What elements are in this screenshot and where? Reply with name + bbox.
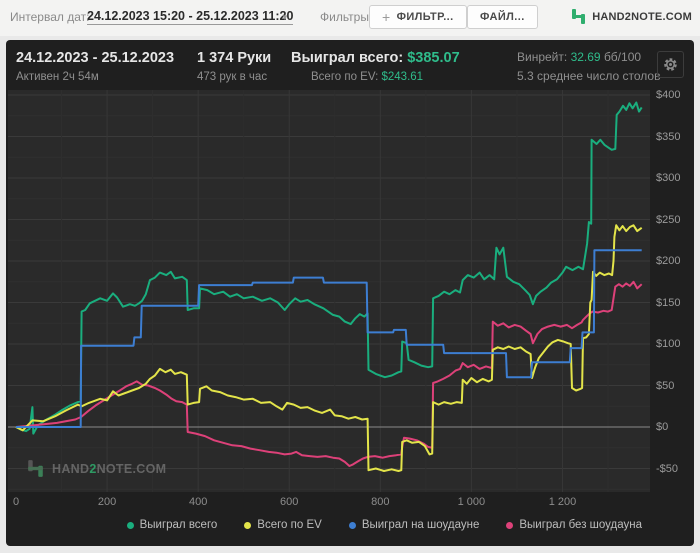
winrate-line: Винрейт: 32.69 бб/100 bbox=[517, 50, 642, 64]
y-tick-label: $250 bbox=[656, 213, 681, 226]
won-total-value: $385.07 bbox=[407, 50, 460, 66]
legend-label: Всего по EV bbox=[257, 519, 322, 531]
session-graph bbox=[8, 90, 650, 492]
legend-label: Выиграл на шоудауне bbox=[361, 519, 480, 531]
ev-total-line: Всего по EV: $243.61 bbox=[311, 71, 424, 83]
gear-icon bbox=[664, 58, 677, 71]
chart-legend: Выиграл всего Всего по EV Выиграл на шоуда… bbox=[6, 519, 694, 531]
hand2note-logo-icon bbox=[28, 460, 43, 477]
stat-hands: 1 374 Руки 473 рук в час bbox=[197, 50, 271, 83]
add-filter-button[interactable]: + ФИЛЬТР... bbox=[369, 5, 467, 29]
won-total-line: Выиграл всего: $385.07 bbox=[291, 50, 460, 66]
series-line-3 bbox=[15, 280, 643, 467]
stat-winnings: Выиграл всего: $385.07 Всего по EV: $243… bbox=[291, 50, 460, 83]
x-tick-label: 600 bbox=[280, 496, 299, 508]
date-interval-label: Интервал дат: bbox=[10, 10, 90, 24]
winrate-value: 32.69 bbox=[570, 50, 601, 64]
y-tick-label: $100 bbox=[656, 338, 681, 350]
stat-winrate: Винрейт: 32.69 бб/100 5.3 среднее число … bbox=[517, 50, 660, 83]
hand2note-logo-icon bbox=[572, 9, 586, 24]
graph-settings-button[interactable] bbox=[657, 51, 684, 78]
chevron-down-icon[interactable]: ▼ bbox=[281, 13, 289, 22]
y-tick-label: $150 bbox=[656, 296, 681, 309]
legend-label: Выиграл всего bbox=[139, 519, 218, 531]
session-results-panel: 24.12.2023 - 25.12.2023 Активен 2ч 54м 1… bbox=[6, 40, 694, 546]
session-graph-plot-area bbox=[8, 90, 650, 492]
watermark: HAND2NOTE.COM bbox=[26, 459, 166, 478]
x-tick-label: 1 000 bbox=[457, 496, 486, 508]
legend-dot-icon bbox=[126, 521, 134, 529]
date-range-value: 24.12.2023 - 25.12.2023 bbox=[16, 50, 175, 66]
legend-item-0[interactable]: Выиграл всего bbox=[126, 519, 218, 531]
legend-item-1[interactable]: Всего по EV bbox=[244, 519, 322, 531]
legend-dot-icon bbox=[348, 521, 356, 529]
x-tick-label: 400 bbox=[188, 496, 208, 508]
legend-item-2[interactable]: Выиграл на шоудауне bbox=[348, 519, 480, 531]
brand: HAND2NOTE.COM bbox=[570, 8, 692, 25]
y-tick-label: $50 bbox=[656, 379, 675, 392]
avg-tables: 5.3 среднее число столов bbox=[517, 69, 661, 83]
series-line-2 bbox=[16, 249, 642, 428]
date-interval-selector[interactable]: 24.12.2023 15:20 - 25.12.2023 11:20 bbox=[87, 9, 294, 25]
legend-label: Выиграл без шоудауна bbox=[519, 519, 642, 531]
plus-icon: + bbox=[382, 9, 391, 25]
y-tick-label: -$50 bbox=[656, 462, 679, 475]
y-tick-label: $350 bbox=[656, 130, 681, 143]
y-tick-label: $200 bbox=[656, 255, 681, 267]
x-tick-label: 0 bbox=[12, 496, 20, 508]
hands-total: 1 374 Руки bbox=[197, 50, 272, 66]
x-tick-label: 200 bbox=[97, 496, 117, 508]
y-tick-label: $400 bbox=[656, 89, 681, 101]
x-tick-label: 1 200 bbox=[548, 496, 577, 508]
ev-total-value: $243.61 bbox=[381, 71, 424, 83]
stat-date-range: 24.12.2023 - 25.12.2023 Активен 2ч 54м bbox=[16, 50, 174, 83]
filters-label: Фильтры: bbox=[320, 10, 373, 24]
x-tick-label: 800 bbox=[371, 496, 390, 508]
active-time: Активен 2ч 54м bbox=[16, 71, 99, 83]
file-button[interactable]: ФАЙЛ... bbox=[467, 5, 538, 29]
legend-item-3[interactable]: Выиграл без шоудауна bbox=[506, 519, 642, 531]
y-tick-label: $0 bbox=[656, 421, 669, 433]
legend-dot-icon bbox=[506, 521, 514, 529]
brand-text: HAND2NOTE.COM bbox=[592, 10, 692, 23]
hands-per-hour: 473 рук в час bbox=[197, 71, 268, 83]
series-line-0 bbox=[15, 101, 643, 435]
watermark-text: HAND2NOTE.COM bbox=[52, 461, 167, 476]
series-line-1 bbox=[15, 224, 643, 472]
legend-dot-icon bbox=[244, 521, 252, 529]
top-toolbar: Интервал дат: 24.12.2023 15:20 - 25.12.2… bbox=[0, 0, 700, 36]
y-tick-label: $300 bbox=[656, 172, 681, 184]
